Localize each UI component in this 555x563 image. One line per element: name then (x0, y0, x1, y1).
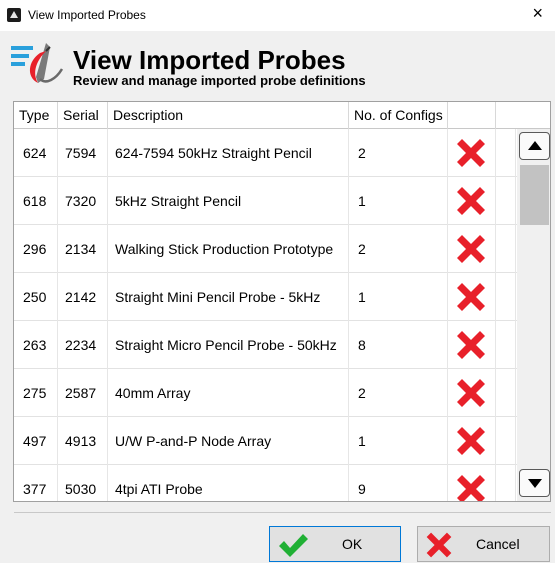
cell-type: 263 (14, 321, 58, 369)
column-header-description[interactable]: Description (108, 102, 349, 129)
cell-delete (448, 225, 496, 273)
cell-type: 497 (14, 417, 58, 465)
cell-delete (448, 369, 496, 417)
cell-type: 377 (14, 465, 58, 501)
column-header-filler (496, 102, 550, 129)
scroll-up-arrow-icon[interactable] (519, 132, 550, 160)
delete-icon[interactable] (454, 232, 488, 266)
page-title: View Imported Probes (73, 45, 346, 75)
cancel-button[interactable]: Cancel (417, 526, 550, 562)
column-header-configs[interactable]: No. of Configs (349, 102, 448, 129)
cell-description: Walking Stick Production Prototype (108, 225, 349, 273)
cell-type: 624 (14, 129, 58, 177)
cell-delete (448, 177, 496, 225)
cell-filler (496, 465, 516, 501)
cell-filler (496, 369, 516, 417)
dialog-header: View Imported Probes Review and manage i… (0, 31, 555, 93)
scroll-down-arrow-icon[interactable] (519, 469, 550, 497)
table-row[interactable]: 250 2142 Straight Mini Pencil Probe - 5k… (14, 273, 550, 321)
ok-button-label: OK (342, 536, 363, 552)
cell-serial: 2587 (58, 369, 108, 417)
cell-configs: 2 (349, 225, 448, 273)
table-row[interactable]: 497 4913 U/W P-and-P Node Array 1 (14, 417, 550, 465)
cell-type: 250 (14, 273, 58, 321)
cell-filler (496, 225, 516, 273)
cell-delete (448, 273, 496, 321)
cancel-button-label: Cancel (476, 536, 520, 552)
scroll-thumb[interactable] (520, 165, 549, 225)
cell-serial: 4913 (58, 417, 108, 465)
cell-filler (496, 417, 516, 465)
cell-filler (496, 273, 516, 321)
app-icon (7, 8, 21, 22)
cell-description: 4tpi ATI Probe (108, 465, 349, 501)
cell-filler (496, 129, 516, 177)
cell-type: 296 (14, 225, 58, 273)
table-header: Type Serial Description No. of Configs (14, 102, 550, 129)
delete-icon[interactable] (454, 136, 488, 170)
table-row[interactable]: 275 2587 40mm Array 2 (14, 369, 550, 417)
page-subtitle: Review and manage imported probe definit… (73, 73, 366, 88)
cell-configs: 1 (349, 273, 448, 321)
cell-delete (448, 321, 496, 369)
cell-configs: 1 (349, 177, 448, 225)
title-bar: View Imported Probes × (0, 0, 555, 31)
delete-icon[interactable] (454, 184, 488, 218)
cell-serial: 2134 (58, 225, 108, 273)
cell-serial: 2142 (58, 273, 108, 321)
delete-icon[interactable] (454, 328, 488, 362)
table-row[interactable]: 618 7320 5kHz Straight Pencil 1 (14, 177, 550, 225)
cell-configs: 1 (349, 417, 448, 465)
cell-delete (448, 129, 496, 177)
cell-configs: 2 (349, 129, 448, 177)
cell-serial: 7594 (58, 129, 108, 177)
cell-description: Straight Micro Pencil Probe - 50kHz (108, 321, 349, 369)
cell-configs: 9 (349, 465, 448, 501)
cell-description: Straight Mini Pencil Probe - 5kHz (108, 273, 349, 321)
cell-description: 40mm Array (108, 369, 349, 417)
cell-type: 275 (14, 369, 58, 417)
cell-serial: 5030 (58, 465, 108, 501)
table-row[interactable]: 296 2134 Walking Stick Production Protot… (14, 225, 550, 273)
cell-type: 618 (14, 177, 58, 225)
delete-icon[interactable] (454, 424, 488, 458)
probes-table: Type Serial Description No. of Configs 6… (13, 101, 551, 502)
cell-delete (448, 417, 496, 465)
cell-filler (496, 177, 516, 225)
probe-list-icon (11, 43, 64, 83)
column-header-delete (448, 102, 496, 129)
checkmark-icon (279, 534, 308, 557)
cancel-x-icon (426, 532, 452, 558)
cell-filler (496, 321, 516, 369)
cell-serial: 2234 (58, 321, 108, 369)
delete-icon[interactable] (454, 376, 488, 410)
delete-icon[interactable] (454, 280, 488, 314)
table-row[interactable]: 377 5030 4tpi ATI Probe 9 (14, 465, 550, 502)
table-row[interactable]: 624 7594 624-7594 50kHz Straight Pencil … (14, 129, 550, 177)
cell-configs: 8 (349, 321, 448, 369)
table-row[interactable]: 263 2234 Straight Micro Pencil Probe - 5… (14, 321, 550, 369)
ok-button[interactable]: OK (269, 526, 401, 562)
column-header-type[interactable]: Type (14, 102, 58, 129)
cell-configs: 2 (349, 369, 448, 417)
cell-description: 624-7594 50kHz Straight Pencil (108, 129, 349, 177)
cell-description: U/W P-and-P Node Array (108, 417, 349, 465)
vertical-scrollbar[interactable] (517, 129, 550, 501)
cell-description: 5kHz Straight Pencil (108, 177, 349, 225)
window-title: View Imported Probes (28, 8, 146, 22)
column-header-serial[interactable]: Serial (58, 102, 108, 129)
cell-delete (448, 465, 496, 502)
close-icon[interactable]: × (532, 3, 543, 24)
footer-divider (14, 512, 551, 513)
delete-icon[interactable] (454, 472, 488, 502)
cell-serial: 7320 (58, 177, 108, 225)
